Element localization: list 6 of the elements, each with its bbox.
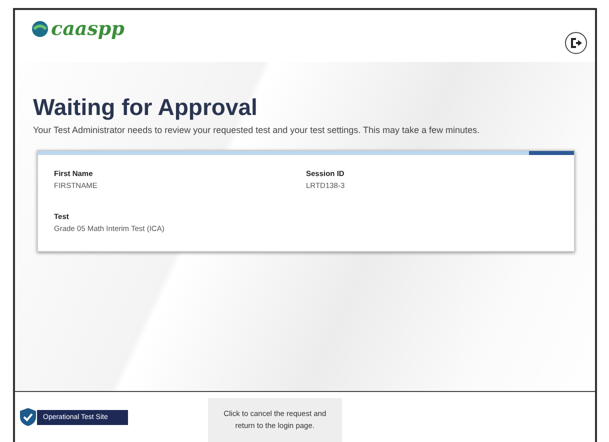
- logout-button[interactable]: [565, 32, 587, 54]
- page-title: Waiting for Approval: [33, 94, 258, 121]
- approval-message: Your Test Administrator needs to review your requested test and your test settings. This may take a few minutes.: [33, 124, 481, 136]
- logout-icon: [570, 37, 582, 49]
- logo: caaspp: [31, 18, 124, 40]
- shield-check-icon: [19, 407, 37, 427]
